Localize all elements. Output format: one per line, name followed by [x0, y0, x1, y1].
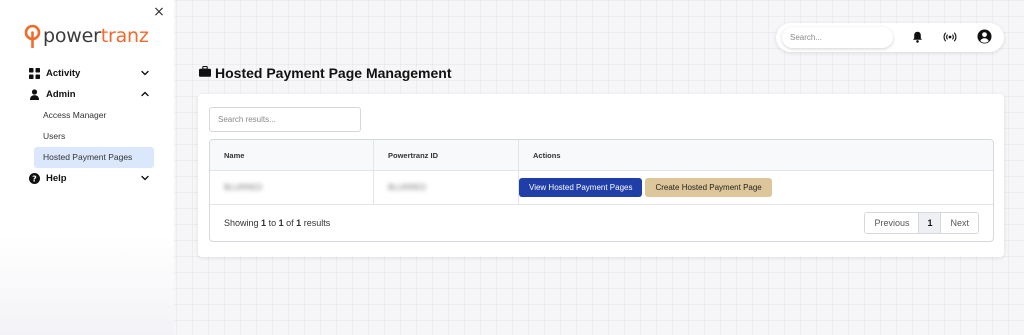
- showing-label: Showing: [224, 218, 259, 228]
- results-summary: Showing 1 to 1 of 1 results: [224, 218, 330, 228]
- grid-icon: [28, 68, 40, 80]
- pagination-next-button[interactable]: Next: [941, 213, 978, 233]
- page-title: Hosted Payment Page Management: [215, 65, 452, 81]
- sidebar-subitem-access-manager[interactable]: Access Manager: [28, 105, 156, 126]
- chevron-down-icon: [141, 70, 149, 76]
- table-row: BLURRED BLURRED View Hosted Payment Page…: [210, 171, 993, 205]
- sidebar-item-label: Help: [46, 173, 67, 184]
- table-footer: Showing 1 to 1 of 1 results Previous 1 N…: [210, 205, 993, 241]
- pagination-previous-button[interactable]: Previous: [865, 213, 920, 233]
- chevron-down-icon: [141, 175, 149, 181]
- cell-actions: View Hosted Payment Pages Create Hosted …: [519, 171, 993, 204]
- account-circle-icon[interactable]: [977, 29, 992, 44]
- cell-powertranz-id: BLURRED: [374, 171, 519, 204]
- logo-text-power: power: [43, 25, 101, 47]
- hosted-payment-pages-card: Name Powertranz ID Actions BLURRED BLURR…: [198, 94, 1004, 257]
- column-header-name[interactable]: Name: [210, 140, 374, 170]
- logo-text: powertranz: [43, 23, 149, 49]
- showing-of-word: of: [286, 218, 294, 228]
- sidebar-item-admin[interactable]: Admin: [28, 84, 156, 105]
- sidebar-nav: Activity Admin Access Manager Users Host…: [28, 63, 156, 189]
- sidebar-item-label: Activity: [46, 68, 81, 79]
- showing-total: 1: [296, 218, 302, 228]
- broadcast-icon[interactable]: [943, 30, 957, 44]
- showing-to: 1: [278, 218, 284, 228]
- page-heading: Hosted Payment Page Management: [199, 64, 452, 82]
- svg-text:?: ?: [32, 174, 37, 183]
- chevron-up-icon: [141, 91, 149, 97]
- close-sidebar-button[interactable]: ×: [152, 5, 166, 19]
- briefcase-icon: [199, 64, 211, 82]
- redacted-name: BLURRED: [224, 183, 263, 192]
- create-hosted-payment-page-button[interactable]: Create Hosted Payment Page: [645, 178, 772, 197]
- cell-name: BLURRED: [210, 171, 374, 204]
- redacted-powertranz-id: BLURRED: [388, 183, 427, 192]
- showing-to-word: to: [268, 218, 277, 228]
- logo-mark-icon: [24, 24, 41, 48]
- column-header-actions: Actions: [533, 150, 561, 160]
- sidebar-item-help[interactable]: ? Help: [28, 168, 156, 189]
- sidebar-item-activity[interactable]: Activity: [28, 63, 156, 84]
- column-header-powertranz-id[interactable]: Powertranz ID: [374, 140, 519, 170]
- topbar: [776, 23, 1004, 52]
- user-icon: [28, 89, 40, 101]
- showing-from: 1: [261, 218, 267, 228]
- pagination: Previous 1 Next: [864, 212, 979, 234]
- sidebar-subitem-users[interactable]: Users: [28, 126, 156, 147]
- showing-results-word: results: [303, 218, 331, 228]
- search-results-input[interactable]: [209, 107, 361, 132]
- logo-text-tranz: tranz: [100, 25, 149, 47]
- sidebar-subitem-hosted-payment-pages[interactable]: Hosted Payment Pages: [34, 147, 154, 168]
- sidebar: × powertranz Activity Admin Access Manag…: [0, 0, 174, 335]
- pagination-page-button[interactable]: 1: [919, 213, 942, 233]
- results-table: Name Powertranz ID Actions BLURRED BLURR…: [209, 139, 994, 242]
- question-circle-icon: ?: [28, 173, 40, 185]
- sidebar-item-label: Admin: [46, 89, 76, 100]
- bell-icon[interactable]: [910, 30, 924, 44]
- table-header: Name Powertranz ID Actions: [210, 140, 993, 171]
- view-hosted-payment-pages-button[interactable]: View Hosted Payment Pages: [519, 178, 643, 197]
- global-search-input[interactable]: [782, 27, 893, 48]
- powertranz-logo[interactable]: powertranz: [24, 23, 149, 49]
